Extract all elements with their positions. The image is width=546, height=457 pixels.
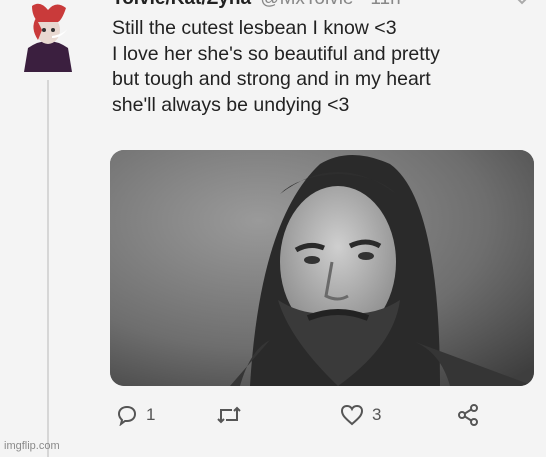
share-icon [456,403,480,427]
thread-line [47,80,49,457]
handle[interactable]: @MxTolvie · 11h [260,0,400,9]
tweet-header: Tolvie/Kat/Zyna @MxTolvie · 11h [112,0,401,14]
like-count: 3 [372,405,382,424]
display-name[interactable]: Tolvie/Kat/Zyna [112,0,251,9]
avatar[interactable] [22,0,74,72]
tweet-text: Still the cutest lesbean I know <3 I lov… [112,16,532,118]
like-button[interactable]: 3 [340,400,381,430]
share-button[interactable] [456,400,480,430]
retweet-icon [216,404,242,426]
tweet-line: but tough and strong and in my heart [112,68,431,90]
retweet-button[interactable] [216,400,250,430]
tweet-line: I love her she's so beautiful and pretty [112,42,440,65]
tweet-line: she'll always be undying <3 [112,93,350,116]
tweet-photo[interactable] [110,150,534,386]
tweet-line: Still the cutest lesbean I know <3 [112,17,397,39]
tweet-actions: 1 3 [110,400,490,430]
chevron-down-icon[interactable] [514,0,530,6]
reply-icon [116,404,138,426]
tweet-card[interactable]: Tolvie/Kat/Zyna @MxTolvie · 11h Still th… [0,0,546,457]
reply-count: 1 [146,405,156,424]
watermark: imgflip.com [4,440,60,452]
heart-icon [340,404,364,426]
reply-button[interactable]: 1 [116,400,155,430]
